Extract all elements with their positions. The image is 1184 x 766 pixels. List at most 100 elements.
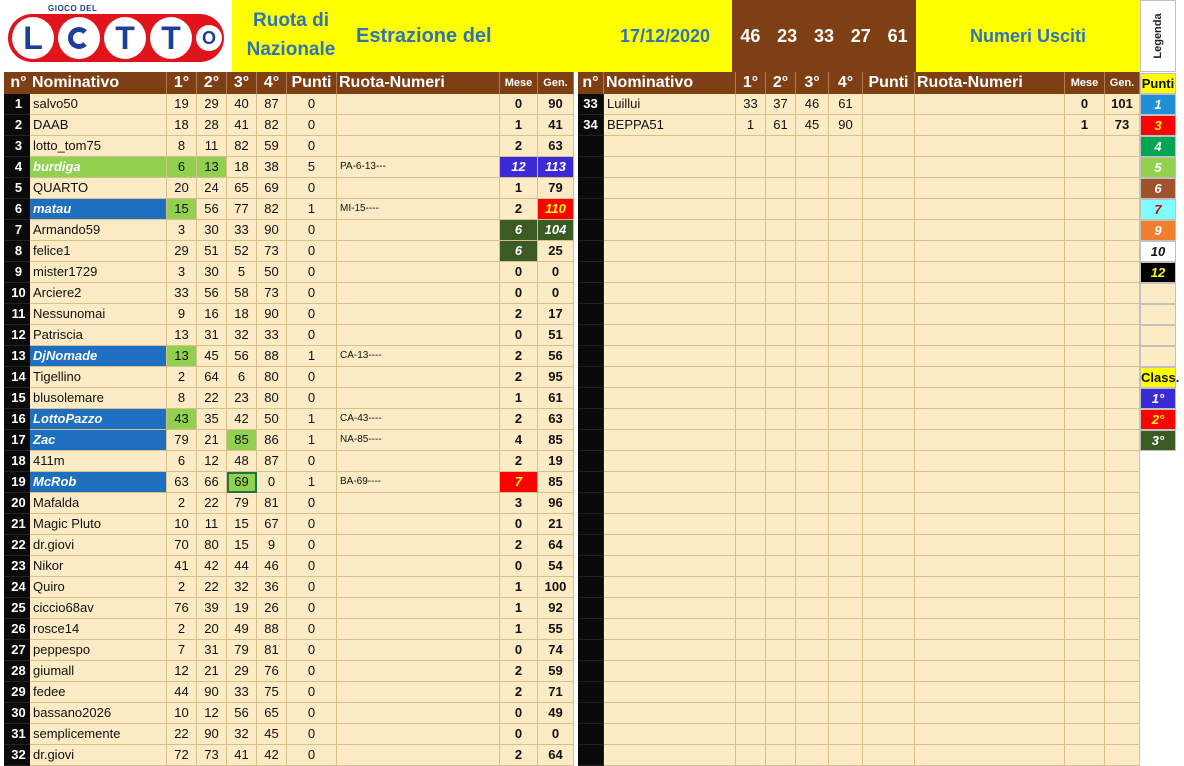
- cell-p2[interactable]: [766, 430, 796, 451]
- cell-punti[interactable]: [863, 703, 915, 724]
- cell-punti[interactable]: [863, 619, 915, 640]
- cell-gen[interactable]: [1105, 556, 1140, 577]
- cell-gen[interactable]: [1105, 598, 1140, 619]
- cell-p4[interactable]: [829, 388, 863, 409]
- cell-p4[interactable]: [829, 619, 863, 640]
- cell-mese[interactable]: [1065, 220, 1105, 241]
- cell-p2[interactable]: [766, 514, 796, 535]
- cell-name[interactable]: [604, 682, 736, 703]
- cell-p2[interactable]: [766, 367, 796, 388]
- cell-p3[interactable]: [796, 388, 829, 409]
- cell-punti[interactable]: [863, 304, 915, 325]
- cell-p3[interactable]: [796, 661, 829, 682]
- cell-p3[interactable]: [796, 577, 829, 598]
- cell-p3[interactable]: [796, 409, 829, 430]
- cell-p2[interactable]: [766, 304, 796, 325]
- cell-punti[interactable]: [863, 493, 915, 514]
- cell-p2[interactable]: 37: [766, 94, 796, 115]
- cell-p1[interactable]: [736, 619, 766, 640]
- cell-p2[interactable]: [766, 661, 796, 682]
- cell-p4[interactable]: [829, 136, 863, 157]
- cell-p3[interactable]: [796, 535, 829, 556]
- cell-punti[interactable]: [863, 577, 915, 598]
- cell-gen[interactable]: [1105, 514, 1140, 535]
- cell-p1[interactable]: [736, 472, 766, 493]
- cell-mese[interactable]: [1065, 556, 1105, 577]
- cell-p4[interactable]: [829, 199, 863, 220]
- cell-p2[interactable]: [766, 199, 796, 220]
- cell-p1[interactable]: [736, 556, 766, 577]
- cell-p3[interactable]: [796, 724, 829, 745]
- cell-p2[interactable]: [766, 745, 796, 766]
- cell-p3[interactable]: [796, 745, 829, 766]
- cell-punti[interactable]: [863, 115, 915, 136]
- cell-ruota[interactable]: [915, 178, 1065, 199]
- cell-n[interactable]: [578, 682, 604, 703]
- cell-p2[interactable]: [766, 157, 796, 178]
- cell-n[interactable]: [578, 367, 604, 388]
- cell-n[interactable]: [578, 136, 604, 157]
- cell-name[interactable]: [604, 493, 736, 514]
- cell-ruota[interactable]: [915, 640, 1065, 661]
- cell-p2[interactable]: [766, 493, 796, 514]
- cell-gen[interactable]: [1105, 220, 1140, 241]
- cell-p3[interactable]: [796, 514, 829, 535]
- cell-p3[interactable]: 45: [796, 115, 829, 136]
- cell-p4[interactable]: [829, 472, 863, 493]
- cell-p4[interactable]: 90: [829, 115, 863, 136]
- cell-ruota[interactable]: [915, 682, 1065, 703]
- cell-punti[interactable]: [863, 241, 915, 262]
- cell-ruota[interactable]: [915, 472, 1065, 493]
- cell-p3[interactable]: [796, 451, 829, 472]
- cell-p4[interactable]: [829, 514, 863, 535]
- cell-p4[interactable]: [829, 451, 863, 472]
- cell-p1[interactable]: [736, 136, 766, 157]
- cell-gen[interactable]: [1105, 388, 1140, 409]
- cell-mese[interactable]: [1065, 493, 1105, 514]
- cell-name[interactable]: [604, 346, 736, 367]
- cell-ruota[interactable]: [915, 619, 1065, 640]
- cell-mese[interactable]: [1065, 409, 1105, 430]
- cell-mese[interactable]: [1065, 703, 1105, 724]
- cell-p3[interactable]: [796, 241, 829, 262]
- cell-p2[interactable]: [766, 703, 796, 724]
- cell-ruota[interactable]: [915, 430, 1065, 451]
- cell-n[interactable]: [578, 241, 604, 262]
- cell-n[interactable]: [578, 199, 604, 220]
- cell-p4[interactable]: [829, 157, 863, 178]
- cell-p4[interactable]: [829, 262, 863, 283]
- cell-p3[interactable]: [796, 430, 829, 451]
- cell-p1[interactable]: [736, 367, 766, 388]
- cell-p3[interactable]: [796, 325, 829, 346]
- cell-punti[interactable]: [863, 472, 915, 493]
- cell-p1[interactable]: 1: [736, 115, 766, 136]
- cell-gen[interactable]: [1105, 241, 1140, 262]
- cell-punti[interactable]: [863, 682, 915, 703]
- cell-name[interactable]: [604, 220, 736, 241]
- cell-name[interactable]: [604, 745, 736, 766]
- cell-mese[interactable]: [1065, 451, 1105, 472]
- cell-n[interactable]: [578, 535, 604, 556]
- cell-gen[interactable]: [1105, 262, 1140, 283]
- cell-p2[interactable]: [766, 535, 796, 556]
- cell-name[interactable]: [604, 409, 736, 430]
- cell-p3[interactable]: [796, 682, 829, 703]
- cell-mese[interactable]: [1065, 430, 1105, 451]
- cell-p3[interactable]: [796, 283, 829, 304]
- cell-p4[interactable]: [829, 577, 863, 598]
- cell-mese[interactable]: [1065, 367, 1105, 388]
- cell-n[interactable]: [578, 283, 604, 304]
- cell-punti[interactable]: [863, 430, 915, 451]
- cell-mese[interactable]: [1065, 514, 1105, 535]
- cell-ruota[interactable]: [915, 535, 1065, 556]
- cell-punti[interactable]: [863, 367, 915, 388]
- cell-name[interactable]: [604, 514, 736, 535]
- cell-punti[interactable]: [863, 514, 915, 535]
- cell-n[interactable]: [578, 640, 604, 661]
- cell-n[interactable]: [578, 493, 604, 514]
- cell-gen[interactable]: [1105, 682, 1140, 703]
- cell-n[interactable]: [578, 157, 604, 178]
- cell-p3[interactable]: [796, 367, 829, 388]
- cell-p4[interactable]: [829, 493, 863, 514]
- cell-mese[interactable]: [1065, 388, 1105, 409]
